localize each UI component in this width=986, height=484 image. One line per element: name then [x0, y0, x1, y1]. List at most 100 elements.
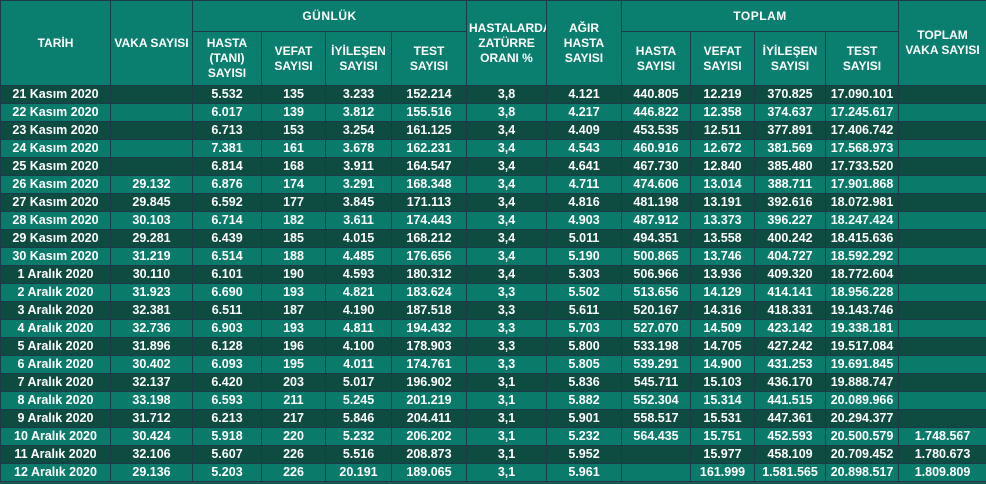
- cell-case-count: 31.923: [110, 283, 193, 302]
- cell-total-tests: 20.089.966: [825, 391, 900, 410]
- cell-daily-recovered: 5.846: [325, 409, 392, 428]
- cell-total-deaths: 14.129: [690, 283, 756, 302]
- cell-total-patients: 440.805: [621, 85, 692, 104]
- cell-total-recovered: 392.616: [754, 193, 827, 212]
- cell-critical-patients: 5.611: [546, 301, 623, 320]
- cell-date: 30 Kasım 2020: [0, 247, 111, 266]
- cell-daily-deaths: 195: [261, 355, 326, 374]
- cell-total-recovered: 400.242: [754, 229, 827, 248]
- cell-pneumonia-rate: 3,4: [466, 175, 548, 194]
- table-row: 30 Kasım 2020 31.219 6.514 188 4.485 176.656 3…: [0, 247, 986, 266]
- cell-total-tests: 20.709.452: [825, 445, 900, 464]
- cell-total-tests: 19.338.181: [825, 319, 900, 338]
- cell-total-cases: [898, 121, 986, 140]
- cell-total-deaths: 14.509: [690, 319, 756, 338]
- cell-total-cases: [898, 301, 986, 320]
- cell-total-recovered: 374.637: [754, 103, 827, 122]
- cell-total-tests: 18.772.604: [825, 265, 900, 284]
- cell-total-patients: 446.822: [621, 103, 692, 122]
- cell-daily-recovered: 5.232: [325, 427, 392, 446]
- cell-daily-recovered: 3.812: [325, 103, 392, 122]
- cell-total-deaths: 161.999: [690, 463, 756, 482]
- cell-total-deaths: 13.558: [690, 229, 756, 248]
- cell-daily-patients: 6.814: [192, 157, 262, 176]
- table-row: 6 Aralık 2020 30.402 6.093 195 4.011 174.761 3…: [0, 355, 986, 374]
- cell-critical-patients: 5.952: [546, 445, 623, 464]
- header-critical-patients: AĞIR HASTA SAYISI: [546, 0, 623, 86]
- table-row: 1 Aralık 2020 30.110 6.101 190 4.593 180.312 3…: [0, 265, 986, 284]
- cell-total-tests: 17.901.868: [825, 175, 900, 194]
- cell-daily-tests: 189.065: [390, 463, 468, 482]
- cell-total-patients: 527.070: [621, 319, 692, 338]
- cell-daily-patients: 6.593: [192, 391, 262, 410]
- cell-pneumonia-rate: 3,4: [466, 265, 548, 284]
- cell-critical-patients: 4.217: [546, 103, 623, 122]
- cell-pneumonia-rate: 3,3: [466, 301, 548, 320]
- cell-daily-recovered: 3.678: [325, 139, 392, 158]
- cell-total-tests: 17.568.973: [825, 139, 900, 158]
- cell-total-tests: 18.247.424: [825, 211, 900, 230]
- cell-total-deaths: 15.531: [690, 409, 756, 428]
- cell-daily-recovered: 4.011: [325, 355, 392, 374]
- cell-total-recovered: 427.242: [754, 337, 827, 356]
- cell-pneumonia-rate: 3,4: [466, 139, 548, 158]
- cell-date: 4 Aralık 2020: [0, 319, 111, 338]
- cell-critical-patients: 5.303: [546, 265, 623, 284]
- cell-critical-patients: 5.502: [546, 283, 623, 302]
- cell-total-patients: 487.912: [621, 211, 692, 230]
- covid-statistics-table: TARİH VAKA SAYISI GÜNLÜK HASTALARDA ZATÜ…: [0, 0, 986, 482]
- cell-daily-tests: 168.348: [390, 175, 468, 194]
- cell-daily-recovered: 5.245: [325, 391, 392, 410]
- cell-pneumonia-rate: 3,4: [466, 247, 548, 266]
- cell-daily-deaths: 193: [261, 319, 326, 338]
- cell-daily-deaths: 190: [261, 265, 326, 284]
- cell-daily-patients: 6.101: [192, 265, 262, 284]
- cell-daily-tests: 161.125: [390, 121, 468, 140]
- header-daily-deaths: VEFAT SAYISI: [261, 31, 326, 86]
- cell-pneumonia-rate: 3,8: [466, 103, 548, 122]
- cell-total-tests: 20.294.377: [825, 409, 900, 428]
- cell-date: 2 Aralık 2020: [0, 283, 111, 302]
- cell-total-patients: 533.198: [621, 337, 692, 356]
- cell-case-count: 31.219: [110, 247, 193, 266]
- cell-daily-deaths: 188: [261, 247, 326, 266]
- cell-total-cases: 1.748.567: [898, 427, 986, 446]
- cell-total-cases: [898, 265, 986, 284]
- cell-daily-tests: 164.547: [390, 157, 468, 176]
- cell-pneumonia-rate: 3,1: [466, 445, 548, 464]
- cell-total-deaths: 12.672: [690, 139, 756, 158]
- cell-total-tests: 18.956.228: [825, 283, 900, 302]
- cell-daily-deaths: 220: [261, 427, 326, 446]
- cell-daily-recovered: 4.100: [325, 337, 392, 356]
- cell-total-deaths: 13.936: [690, 265, 756, 284]
- cell-daily-deaths: 135: [261, 85, 326, 104]
- header-total-cases: TOPLAM VAKA SAYISI: [898, 0, 986, 86]
- cell-total-deaths: 14.900: [690, 355, 756, 374]
- cell-critical-patients: 5.703: [546, 319, 623, 338]
- cell-total-patients: 474.606: [621, 175, 692, 194]
- cell-total-tests: 19.888.747: [825, 373, 900, 392]
- header-total-patients: HASTA SAYISI: [621, 31, 692, 86]
- cell-total-cases: [898, 193, 986, 212]
- table-row: 8 Aralık 2020 33.198 6.593 211 5.245 201.219 3…: [0, 391, 986, 410]
- cell-total-patients: 558.517: [621, 409, 692, 428]
- cell-total-deaths: 12.511: [690, 121, 756, 140]
- cell-daily-tests: 176.656: [390, 247, 468, 266]
- cell-total-cases: [898, 409, 986, 428]
- cell-daily-patients: 6.017: [192, 103, 262, 122]
- table-row: 21 Kasım 2020 5.532 135 3.233 152.214 3,8 4.12…: [0, 85, 986, 104]
- cell-case-count: 30.103: [110, 211, 193, 230]
- cell-total-cases: [898, 139, 986, 158]
- cell-case-count: 29.132: [110, 175, 193, 194]
- cell-daily-patients: 5.918: [192, 427, 262, 446]
- cell-total-cases: [898, 85, 986, 104]
- header-group-daily: GÜNLÜK: [191, 0, 468, 32]
- cell-daily-deaths: 203: [261, 373, 326, 392]
- cell-date: 9 Aralık 2020: [0, 409, 111, 428]
- cell-total-recovered: 370.825: [754, 85, 827, 104]
- cell-case-count: 30.424: [110, 427, 193, 446]
- cell-daily-tests: 168.212: [390, 229, 468, 248]
- cell-critical-patients: 5.805: [546, 355, 623, 374]
- table-row: 3 Aralık 2020 32.381 6.511 187 4.190 187.518 3…: [0, 301, 986, 320]
- cell-daily-patients: 6.903: [192, 319, 262, 338]
